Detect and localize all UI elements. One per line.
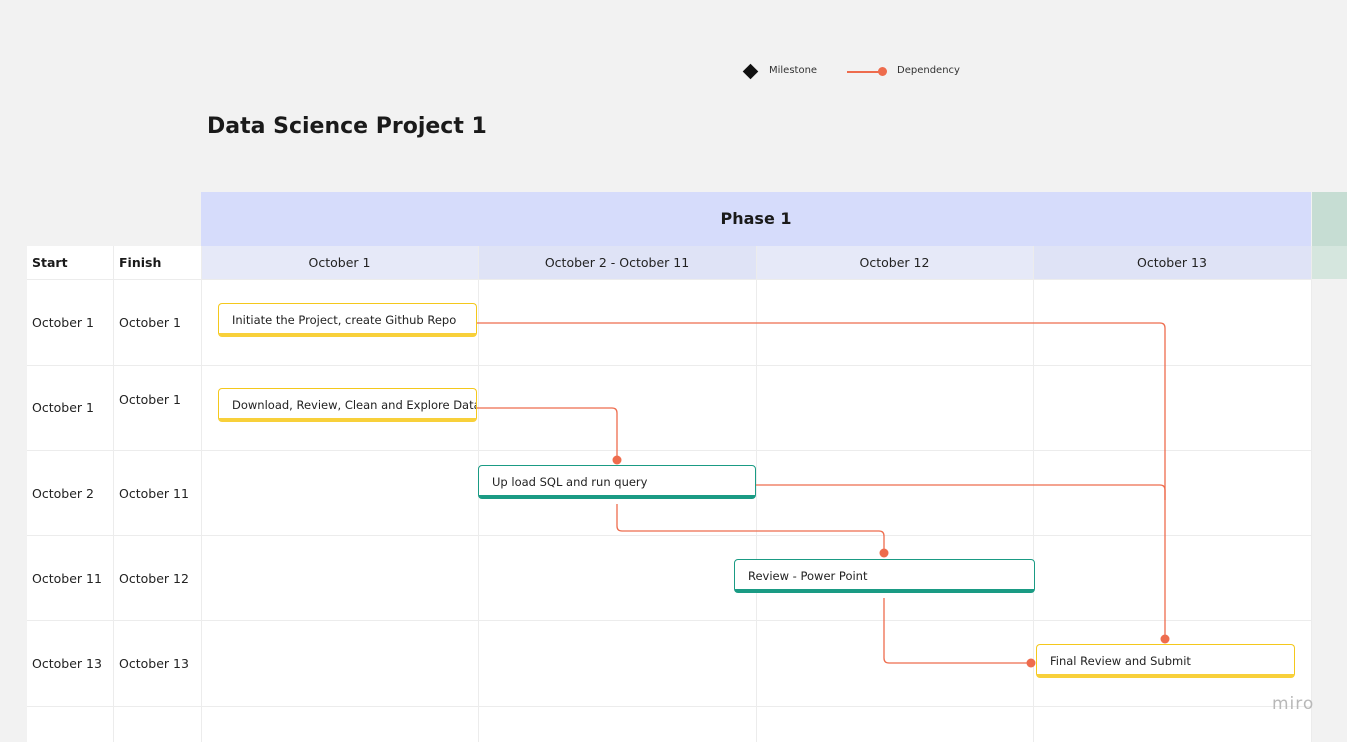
- dependency-endpoint: [612, 455, 622, 465]
- dependency-endpoint: [879, 548, 889, 558]
- miro-logo: miro: [1272, 694, 1315, 714]
- dependency-line: [616, 504, 885, 550]
- task-card[interactable]: Review - Power Point: [734, 559, 1035, 593]
- dependency-endpoint: [1160, 634, 1170, 644]
- dependency-connectors: [477, 322, 1170, 668]
- task-card[interactable]: Final Review and Submit: [1036, 644, 1295, 678]
- dependency-endpoint: [1026, 658, 1036, 668]
- dependency-line: [883, 598, 1028, 664]
- task-card[interactable]: Initiate the Project, create Github Repo: [218, 303, 477, 337]
- dependency-line: [477, 407, 618, 457]
- task-card[interactable]: Download, Review, Clean and Explore Data: [218, 388, 477, 422]
- dependency-line: [756, 484, 1166, 500]
- task-card[interactable]: Up load SQL and run query: [478, 465, 756, 499]
